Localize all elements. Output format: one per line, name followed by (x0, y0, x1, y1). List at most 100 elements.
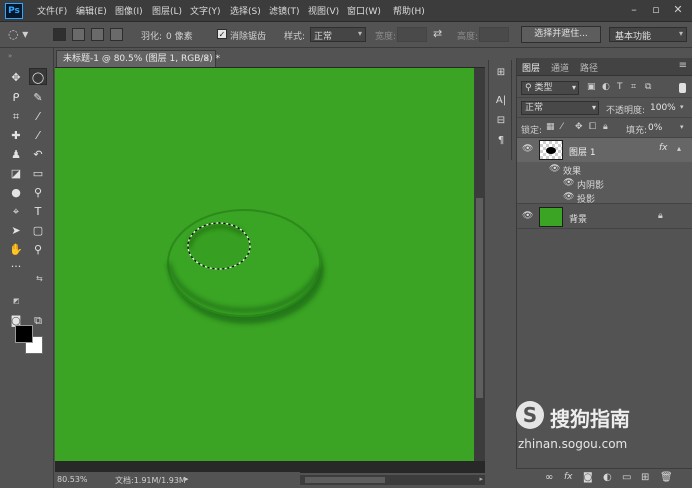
layer-name[interactable]: 图层 1 (569, 145, 596, 158)
filter-smart-object-icon[interactable]: ⧉ (645, 82, 651, 92)
lock-position-icon[interactable]: ✥ (575, 122, 583, 132)
effects-row[interactable]: 👁︎ 效果 (517, 162, 692, 177)
subtract-selection-icon[interactable] (91, 28, 104, 41)
menu-type[interactable]: 文字(Y) (190, 4, 221, 17)
vertical-scrollbar-thumb[interactable] (476, 198, 483, 398)
swap-colors-icon[interactable]: ⇆ (36, 274, 43, 283)
marquee-icon[interactable]: ◯ (29, 68, 47, 85)
swap-dimensions-icon[interactable]: ⇄ (433, 27, 442, 40)
type-icon[interactable]: T (29, 203, 47, 220)
maximize-icon[interactable]: ▫ (646, 2, 666, 18)
menu-file[interactable]: 文件(F) (37, 4, 67, 17)
hand-icon[interactable]: ✋ (7, 241, 25, 258)
scroll-right-icon[interactable]: ▸ (479, 475, 483, 483)
paragraph-panel-icon[interactable]: ¶ (494, 134, 508, 148)
history-brush-icon[interactable]: ↶ (29, 146, 47, 163)
chevron-down-icon[interactable]: ▾ (680, 103, 684, 111)
crop-icon[interactable]: ⌗ (7, 108, 25, 125)
filter-shape-icon[interactable]: ⌗ (631, 82, 636, 92)
more-tools-icon[interactable]: ··· (7, 258, 25, 275)
effects-eye-icon[interactable]: 👁︎ (549, 164, 560, 174)
move-icon[interactable]: ✥ (7, 69, 25, 86)
menu-help[interactable]: 帮助(H) (393, 4, 425, 17)
horizontal-scrollbar[interactable]: ◂ ▸ (292, 475, 485, 485)
select-and-mask-button[interactable]: 选择并遮住... (521, 26, 601, 43)
stamp-icon[interactable]: ♟ (7, 146, 25, 163)
layer-name[interactable]: 背景 (569, 212, 587, 225)
eraser-icon[interactable]: ◪ (7, 165, 25, 182)
close-icon[interactable]: ✕ (668, 2, 688, 18)
blur-icon[interactable]: ● (7, 184, 25, 201)
shape-icon[interactable]: ▢ (29, 222, 47, 239)
add-style-icon[interactable]: fx (564, 472, 573, 482)
width-input[interactable] (397, 27, 427, 42)
marquee-preset-icon[interactable]: ◌ ▾ (8, 27, 28, 41)
default-colors-icon[interactable]: ◩ (13, 297, 20, 305)
layer-row-background[interactable]: 👁︎ 背景 🔒︎ (517, 205, 692, 229)
chevron-down-icon[interactable]: ▾ (680, 123, 684, 131)
quick-select-icon[interactable]: ✎ (29, 89, 47, 106)
lasso-icon[interactable]: ᑭ (7, 89, 25, 106)
path-select-icon[interactable]: ➤ (7, 222, 25, 239)
menu-select[interactable]: 选择(S) (230, 4, 261, 17)
height-input[interactable] (479, 27, 509, 42)
delete-layer-icon[interactable]: 🗑︎ (660, 472, 673, 483)
filter-kind-select[interactable]: ⚲ 类型 ▾ (521, 81, 579, 95)
filter-type-icon[interactable]: T (617, 82, 623, 92)
filter-toggle-icon[interactable] (679, 83, 686, 93)
gradient-icon[interactable]: ▭ (29, 165, 47, 182)
menu-window[interactable]: 窗口(W) (347, 4, 381, 17)
status-menu-icon[interactable]: ▸ (185, 475, 189, 483)
menu-edit[interactable]: 编辑(E) (76, 4, 107, 17)
foreground-color-swatch[interactable] (15, 325, 33, 343)
blend-mode-select[interactable]: 正常 ▾ (521, 101, 599, 115)
visibility-eye-icon[interactable]: 👁︎ (522, 211, 533, 221)
horizontal-scrollbar-thumb[interactable] (305, 477, 385, 483)
visibility-eye-icon[interactable]: 👁︎ (522, 144, 533, 154)
opacity-input[interactable]: 100% (650, 103, 676, 113)
lock-pixels-icon[interactable]: ⁄ (561, 122, 563, 132)
character-panel-icon[interactable]: A| (494, 94, 508, 108)
lock-artboard-icon[interactable]: ⧠ (589, 122, 596, 132)
tab-paths[interactable]: 路径 (580, 61, 598, 74)
menu-image[interactable]: 图像(I) (115, 4, 143, 17)
feather-input[interactable]: 0 像素 (166, 29, 193, 42)
menu-layer[interactable]: 图层(L) (152, 4, 182, 17)
add-selection-icon[interactable] (72, 28, 85, 41)
new-layer-icon[interactable]: ⊞ (641, 472, 649, 483)
healing-icon[interactable]: ✚ (7, 127, 25, 144)
style-select[interactable]: 正常 ▾ (310, 27, 366, 42)
tab-channels[interactable]: 通道 (551, 61, 569, 74)
menu-filter[interactable]: 滤镜(T) (269, 4, 300, 17)
dodge-icon[interactable]: ⚲ (29, 184, 47, 201)
adjustment-layer-icon[interactable]: ◐ (603, 472, 612, 483)
effect-eye-icon[interactable]: 👁︎ (563, 178, 574, 188)
new-group-icon[interactable]: ▭ (622, 472, 631, 483)
brush-icon[interactable]: ⁄ (29, 127, 47, 144)
filter-pixel-icon[interactable]: ▣ (587, 82, 596, 92)
antialias-checkbox[interactable]: ✓ (217, 29, 227, 39)
close-tab-icon[interactable]: × (202, 51, 210, 67)
effect-inner-shadow-row[interactable]: 👁︎ 内阴影 (517, 176, 692, 191)
lock-transparency-icon[interactable]: ▦ (546, 122, 555, 132)
panel-menu-icon[interactable]: ≡ (679, 60, 687, 71)
layer-row-layer1[interactable]: 👁︎ 图层 1 fx ▴ (517, 138, 692, 162)
vertical-scrollbar[interactable] (474, 68, 485, 461)
link-layers-icon[interactable]: ∞ (545, 472, 553, 483)
new-selection-icon[interactable] (53, 28, 66, 41)
canvas[interactable] (55, 68, 474, 461)
layer-fx-icon[interactable]: fx (659, 143, 668, 153)
workspace-select[interactable]: 基本功能 ▾ (609, 27, 687, 42)
effect-eye-icon[interactable]: 👁︎ (563, 192, 574, 202)
menu-view[interactable]: 视图(V) (308, 4, 339, 17)
document-tab[interactable]: 未标题-1 @ 80.5% (图层 1, RGB/8) * × (56, 50, 220, 67)
tab-layers[interactable]: 图层 (522, 61, 540, 74)
eyedropper-icon[interactable]: ⁄ (29, 108, 47, 125)
minimize-icon[interactable]: – (624, 2, 644, 18)
history-panel-icon[interactable]: ⊞ (494, 66, 508, 80)
zoom-level[interactable]: 80.53% (57, 475, 88, 484)
fill-input[interactable]: 0% (648, 123, 662, 133)
add-mask-icon[interactable]: ◙ (583, 472, 593, 483)
zoom-icon[interactable]: ⚲ (29, 241, 47, 258)
intersect-selection-icon[interactable] (110, 28, 123, 41)
